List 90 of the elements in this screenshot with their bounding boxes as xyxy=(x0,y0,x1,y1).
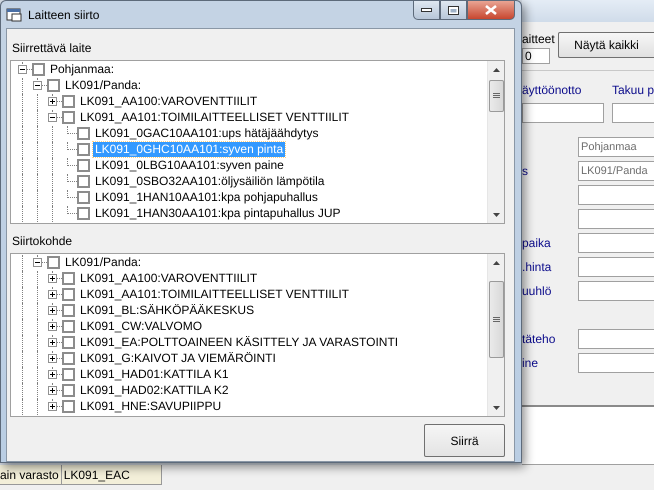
checkbox[interactable] xyxy=(77,159,90,172)
devices-label: aitteet xyxy=(522,31,556,48)
checkbox[interactable] xyxy=(62,352,75,365)
collapse-icon[interactable] xyxy=(48,113,57,122)
collapse-icon[interactable] xyxy=(33,258,42,267)
tree-item[interactable]: LK091_CW:VALVOMO xyxy=(78,319,204,334)
expand-icon[interactable] xyxy=(48,354,57,363)
device-count-field[interactable]: 0 xyxy=(522,48,550,64)
tree-item[interactable]: LK091_AA100:VAROVENTTIILIT xyxy=(78,271,260,286)
expand-icon[interactable] xyxy=(48,370,57,379)
commissioning-label: äyttöönotto xyxy=(522,82,582,99)
checkbox[interactable] xyxy=(77,207,90,220)
maximize-icon xyxy=(448,6,459,14)
checkbox[interactable] xyxy=(62,320,75,333)
field-label: täteho xyxy=(522,331,556,348)
expand-icon[interactable] xyxy=(48,386,57,395)
text-field[interactable] xyxy=(578,209,654,229)
tree-item[interactable]: LK091_0SBO32AA101:öljysäiliön lämpötila xyxy=(93,174,326,189)
tree-item[interactable]: LK091_HAD02:KATTILA K2 xyxy=(78,383,231,398)
checkbox[interactable] xyxy=(47,79,60,92)
tree-item[interactable]: LK091_0LBG10AA101:syven paine xyxy=(93,158,286,173)
commissioning-field[interactable] xyxy=(522,103,604,123)
text-field[interactable]: LK091/Panda xyxy=(578,161,654,181)
table-cell: LK091_EAC xyxy=(62,465,162,485)
collapse-icon[interactable] xyxy=(18,65,27,74)
checkbox[interactable] xyxy=(77,127,90,140)
field-label: ine xyxy=(522,355,540,372)
expand-icon[interactable] xyxy=(48,338,57,347)
text-field[interactable] xyxy=(578,257,654,277)
text-field[interactable]: Pohjanmaa xyxy=(578,137,654,157)
field-label: uuhlö xyxy=(522,283,552,300)
tree-item[interactable]: LK091_AA101:TOIMILAITTEELLISET VENTTIILIT xyxy=(78,110,352,125)
checkbox[interactable] xyxy=(62,111,75,124)
target-label: Siirtokohde xyxy=(12,233,74,250)
maximize-button[interactable] xyxy=(440,1,467,20)
expand-icon[interactable] xyxy=(48,306,57,315)
expand-icon[interactable] xyxy=(48,97,57,106)
checkbox[interactable] xyxy=(77,175,90,188)
warranty-field[interactable] xyxy=(612,103,654,123)
text-field[interactable] xyxy=(578,281,654,301)
checkbox[interactable] xyxy=(62,336,75,349)
text-field[interactable] xyxy=(578,233,654,253)
warranty-label: Takuu p xyxy=(612,82,654,99)
checkbox[interactable] xyxy=(62,368,75,381)
window-icon xyxy=(6,8,22,22)
checkbox[interactable] xyxy=(62,288,75,301)
minimize-icon xyxy=(421,8,432,12)
tree-item[interactable]: LK091_AA101:TOIMILAITTEELLISET VENTTIILIT xyxy=(78,287,352,302)
tree-item[interactable]: LK091/Panda: xyxy=(63,78,144,93)
tree-item[interactable]: LK091_G:KAIVOT JA VIEMÄRÖINTI xyxy=(78,351,278,366)
scrollbar-thumb[interactable] xyxy=(489,80,504,112)
tree-item[interactable]: LK091_1HAN10AA101:kpa pohjapuhallus xyxy=(93,190,320,205)
tree-item[interactable]: LK091_HNE:SAVUPIIPPU xyxy=(78,399,224,414)
source-label: Siirrettävä laite xyxy=(12,40,92,57)
checkbox[interactable] xyxy=(62,272,75,285)
expand-icon[interactable] xyxy=(48,274,57,283)
close-button[interactable] xyxy=(467,1,515,20)
text-field[interactable] xyxy=(578,329,654,349)
field-label: s xyxy=(522,163,529,180)
tree-item[interactable]: LK091_0GAC10AA101:ups hätäjäähdytys xyxy=(93,126,320,141)
expand-icon[interactable] xyxy=(48,290,57,299)
checkbox[interactable] xyxy=(62,400,75,413)
collapse-icon[interactable] xyxy=(33,81,42,90)
tree-item[interactable]: LK091_AA100:VAROVENTTIILIT xyxy=(78,94,260,109)
checkbox[interactable] xyxy=(62,304,75,317)
text-field[interactable] xyxy=(578,353,654,373)
tree-item[interactable]: LK091_EA:POLTTOAINEEN KÄSITTELY JA VARASTOINTI xyxy=(78,335,400,350)
expand-icon[interactable] xyxy=(48,402,57,411)
checkbox[interactable] xyxy=(47,256,60,269)
checkbox[interactable] xyxy=(77,143,90,156)
tree-item[interactable]: LK091_1HAN30AA101:kpa pintapuhallus JUP xyxy=(93,206,343,221)
field-label: paika xyxy=(522,235,552,252)
field-label: .hinta xyxy=(522,259,552,276)
tree-item[interactable]: Pohjanmaa: xyxy=(48,62,116,77)
move-button[interactable]: Siirrä xyxy=(424,424,505,457)
checkbox[interactable] xyxy=(32,63,45,76)
table-cell: ain varasto xyxy=(0,465,62,485)
show-all-button[interactable]: Näytä kaikki xyxy=(558,32,654,58)
minimize-button[interactable] xyxy=(413,1,440,20)
tree-item[interactable]: LK091_HAD01:KATTILA K1 xyxy=(78,367,231,382)
expand-icon[interactable] xyxy=(48,322,57,331)
tree-item[interactable]: LK091_BL:SÄHKÖPÄÄKESKUS xyxy=(78,303,256,318)
text-field[interactable] xyxy=(578,185,654,205)
close-icon xyxy=(485,5,497,15)
tree-item[interactable]: LK091/Panda: xyxy=(63,255,144,270)
checkbox[interactable] xyxy=(62,95,75,108)
checkbox[interactable] xyxy=(62,384,75,397)
checkbox[interactable] xyxy=(77,191,90,204)
scrollbar-thumb[interactable] xyxy=(489,281,504,358)
dialog-title: Laitteen siirto xyxy=(28,6,100,24)
